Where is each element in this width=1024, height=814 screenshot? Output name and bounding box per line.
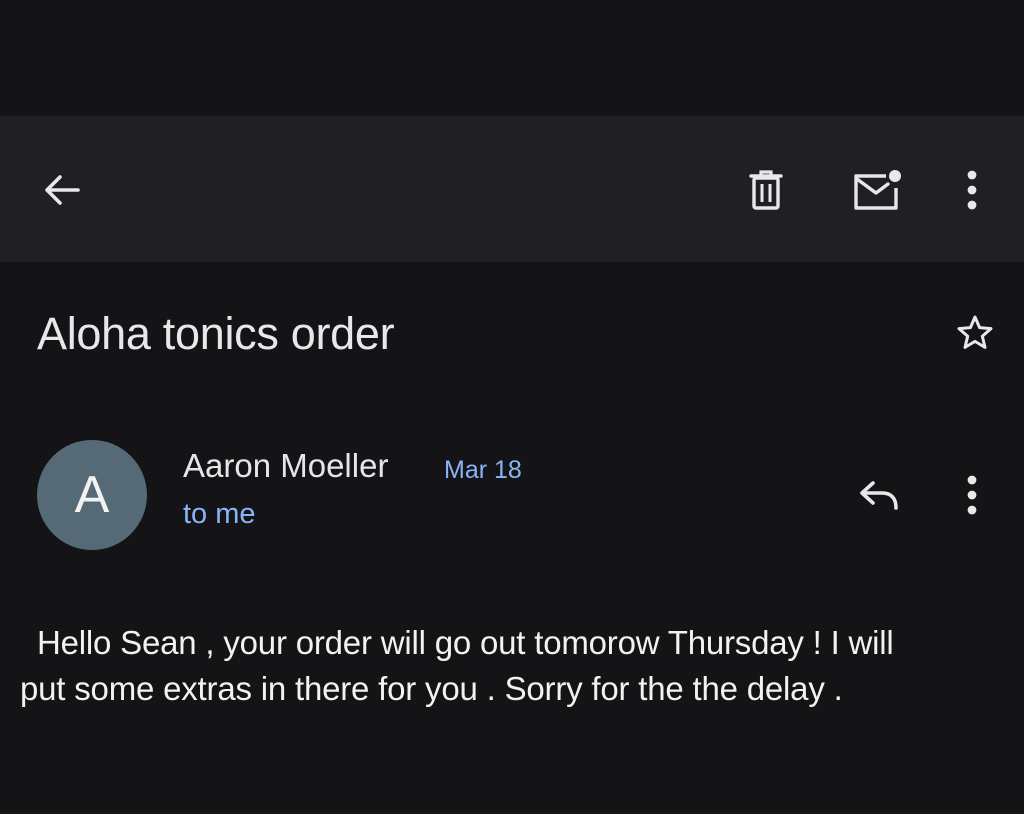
star-outline-icon <box>955 313 995 353</box>
reply-icon <box>856 477 902 513</box>
mail-unread-icon <box>848 166 904 214</box>
top-toolbar <box>0 116 1024 262</box>
email-subject: Aloha tonics order <box>37 308 395 359</box>
recipient-details-link[interactable]: to me <box>183 495 256 533</box>
trash-icon <box>746 168 786 212</box>
reply-button[interactable] <box>850 468 908 522</box>
sender-avatar[interactable]: A <box>37 440 147 550</box>
email-body: Hello Sean , your order will go out tomo… <box>20 620 1004 712</box>
star-button[interactable] <box>950 306 1000 360</box>
email-body-line: put some extras in there for you . Sorry… <box>20 670 843 707</box>
delete-button[interactable] <box>738 162 794 218</box>
email-body-line: Hello Sean , your order will go out tomo… <box>37 624 894 661</box>
message-more-options-button[interactable] <box>950 468 994 522</box>
more-options-button[interactable] <box>950 162 994 218</box>
more-vert-icon <box>965 168 979 212</box>
more-vert-icon <box>965 473 979 517</box>
back-button[interactable] <box>34 162 90 218</box>
avatar-initial: A <box>74 466 110 524</box>
sender-name[interactable]: Aaron Moeller <box>183 446 388 486</box>
email-screen: Aloha tonics order A Aaron Moeller Mar 1… <box>0 0 1024 814</box>
arrow-left-icon <box>40 168 84 212</box>
email-date: Mar 18 <box>444 456 522 484</box>
mark-unread-button[interactable] <box>846 160 906 220</box>
status-bar-area <box>0 0 1024 116</box>
